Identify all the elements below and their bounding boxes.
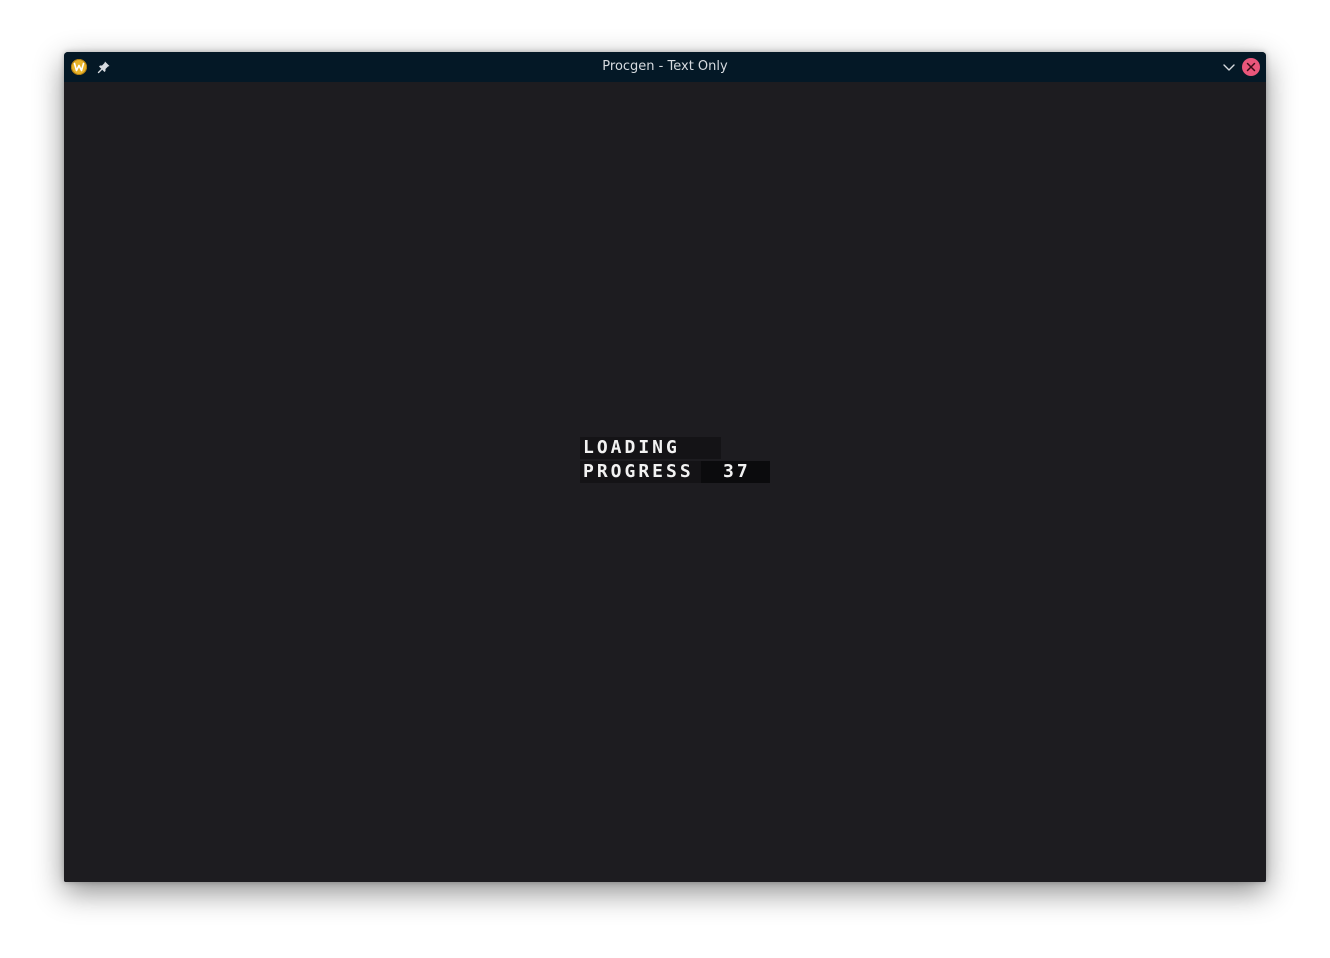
app-window: Procgen - Text Only LOADING PROGRESS 37 [64,52,1266,882]
title-bar[interactable]: Procgen - Text Only [64,52,1266,82]
chevron-down-icon[interactable] [1222,60,1236,74]
progress-label: PROGRESS [580,461,701,483]
close-button[interactable] [1242,58,1260,76]
loading-label: LOADING [580,437,721,459]
progress-value: 37 [701,461,770,483]
close-icon [1246,62,1256,72]
progress-row: PROGRESS 37 [580,461,770,483]
loading-row: LOADING [580,437,721,459]
game-viewport[interactable]: LOADING PROGRESS 37 [64,82,1266,882]
window-title: Procgen - Text Only [602,59,728,74]
